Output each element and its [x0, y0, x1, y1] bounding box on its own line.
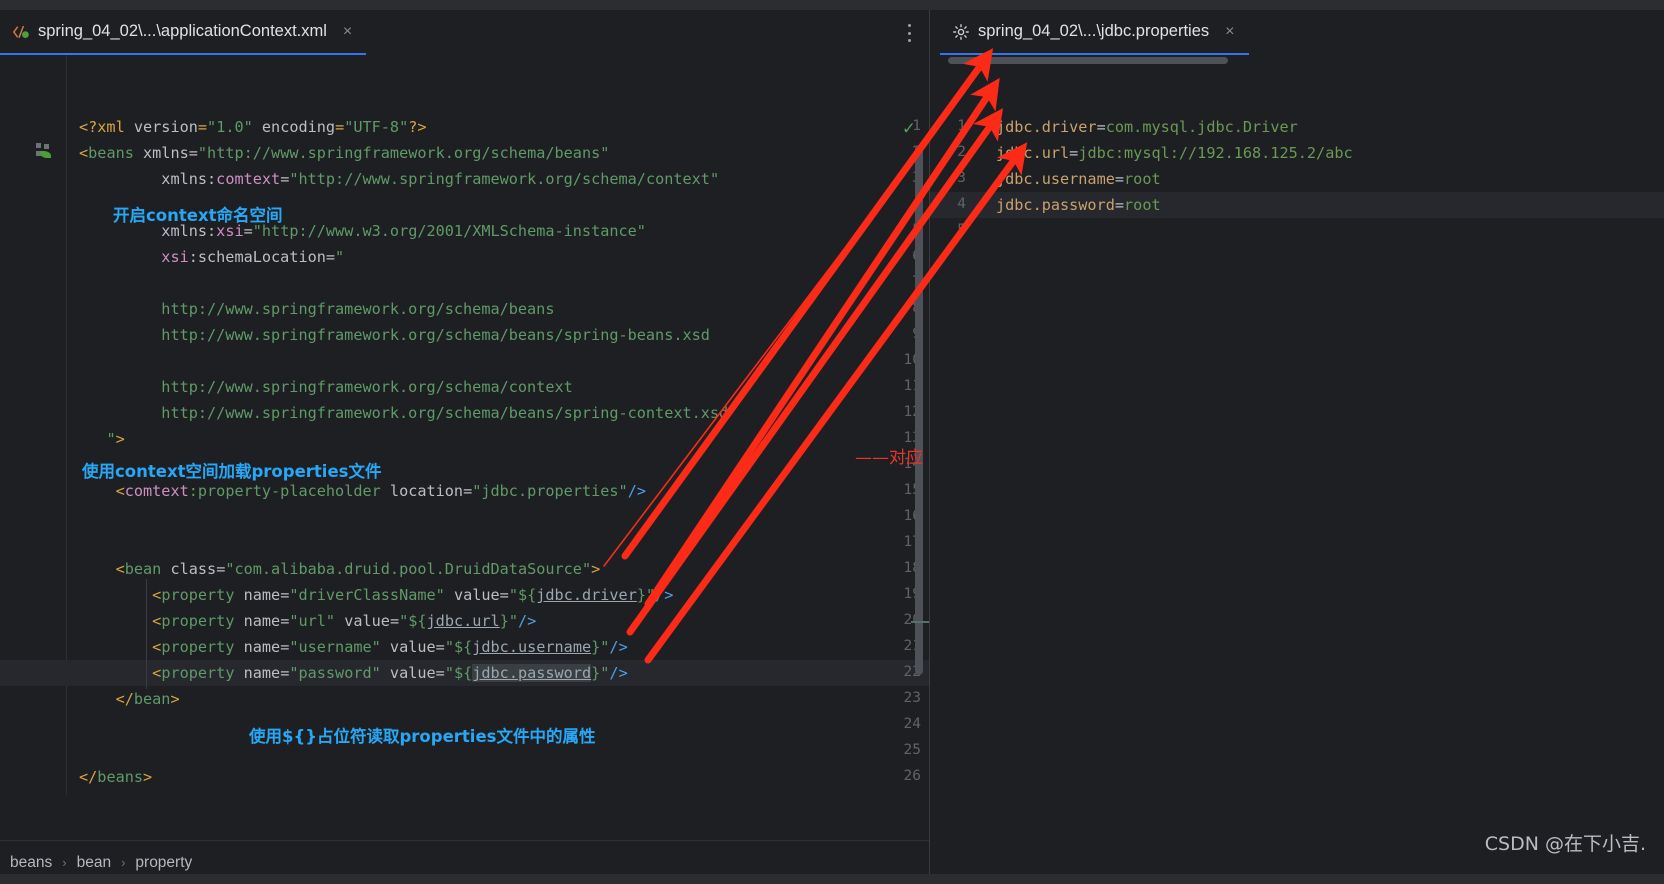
code-line[interactable]: </beans> [79, 768, 152, 786]
line-number: 26 [903, 768, 921, 784]
line-number: 3 [957, 170, 966, 186]
code-line[interactable]: http://www.springframework.org/schema/be… [79, 300, 554, 318]
code-editor-xml[interactable]: 1<?xml version="1.0" encoding="UTF-8"?>2… [0, 55, 929, 795]
property-value: root [1124, 196, 1161, 214]
xml-file-icon [12, 23, 30, 41]
property-separator: = [1069, 144, 1079, 162]
close-icon[interactable]: × [343, 23, 352, 40]
code-line[interactable]: <?xml version="1.0" encoding="UTF-8"?> [79, 118, 427, 136]
property-key: jdbc.username [996, 170, 1115, 188]
indent-guide [146, 579, 147, 689]
code-line[interactable]: <property name="driverClassName" value="… [79, 586, 673, 604]
property-separator: = [1114, 170, 1125, 188]
tab-bar-left: spring_04_02\...\applicationContext.xml … [0, 10, 929, 55]
property-value: jdbc:mysql://192.168.125.2/abc [1078, 144, 1353, 162]
line-number: 1 [957, 118, 966, 134]
properties-line[interactable]: jdbc.driver=com.mysql.jdbc.Driver [996, 118, 1298, 136]
tab-applicationcontext-xml[interactable]: spring_04_02\...\applicationContext.xml … [0, 10, 367, 55]
property-key: jdbc.url [996, 144, 1070, 162]
properties-line[interactable]: jdbc.url=jdbc:mysql://192.168.125.2/abc [996, 144, 1353, 162]
breadcrumb-item-beans[interactable]: beans [10, 854, 52, 872]
inspection-ok-icon[interactable]: ✓ [903, 119, 914, 138]
tab-label: spring_04_02\...\applicationContext.xml [38, 22, 327, 40]
line-number: 2 [957, 144, 966, 160]
property-value: com.mysql.jdbc.Driver [1105, 118, 1298, 136]
code-line[interactable]: </bean> [79, 690, 180, 708]
tab-label: spring_04_02\...\jdbc.properties [978, 22, 1210, 40]
code-line[interactable]: "> [79, 430, 124, 448]
line-number: 25 [903, 742, 921, 758]
close-icon[interactable]: × [1225, 23, 1234, 40]
spring-bean-gutter-icon[interactable] [36, 143, 52, 159]
ide-window: spring_04_02\...\applicationContext.xml … [0, 0, 1664, 884]
properties-line[interactable]: jdbc.username=root [996, 170, 1161, 188]
property-separator: = [1096, 118, 1106, 136]
editor-pane-left: spring_04_02\...\applicationContext.xml … [0, 10, 929, 884]
code-line[interactable]: http://www.springframework.org/schema/co… [79, 378, 572, 396]
window-top-strip [0, 0, 1664, 10]
corresp-annotation: ——对应 [855, 448, 923, 468]
property-key: jdbc.driver [996, 118, 1097, 136]
line-number: 24 [903, 716, 921, 732]
horizontal-scrollbar-right[interactable] [948, 57, 1228, 64]
breadcrumb-item-bean[interactable]: bean [77, 854, 111, 872]
property-key: jdbc.password [996, 196, 1115, 214]
properties-line[interactable]: jdbc.password=root [996, 196, 1161, 214]
annotation-note-3: 使用${}占位符读取properties文件中的属性 [249, 727, 596, 746]
tab-jdbc-properties[interactable]: spring_04_02\...\jdbc.properties × [940, 10, 1249, 55]
line-number: 5 [957, 222, 966, 238]
property-value: root [1124, 170, 1161, 188]
code-editor-properties[interactable]: 1 jdbc.driver=com.mysql.jdbc.Driver 2 jdbc.… [930, 55, 1664, 884]
editor-pane-right: spring_04_02\...\jdbc.properties × 1 jdbc… [930, 10, 1664, 884]
breadcrumb-separator: › [62, 855, 67, 870]
code-line[interactable]: <comtext:property-placeholder location="… [79, 482, 646, 500]
line-number: 23 [903, 690, 921, 706]
line-number: 4 [957, 196, 966, 212]
annotation-note-2: 使用context空间加载properties文件 [82, 462, 382, 481]
code-line[interactable]: http://www.springframework.org/schema/be… [79, 326, 710, 344]
status-bar [0, 874, 1664, 884]
code-line[interactable]: <beans xmlns="http://www.springframework… [79, 144, 609, 162]
vertical-scrollbar-left[interactable] [915, 145, 923, 675]
property-separator: = [1114, 196, 1125, 214]
breadcrumb-separator: › [121, 855, 126, 870]
code-line[interactable]: <property name="url" value="${jdbc.url}"… [79, 612, 536, 630]
code-line[interactable]: <property name="username" value="${jdbc.… [79, 638, 628, 656]
tab-bar-right: spring_04_02\...\jdbc.properties × [930, 10, 1664, 55]
code-line[interactable]: <bean class="com.alibaba.druid.pool.Drui… [79, 560, 601, 578]
csdn-watermark: CSDN @在下小吉. [1484, 833, 1646, 855]
more-options-icon[interactable] [907, 24, 911, 42]
gear-file-icon [952, 23, 970, 41]
annotation-note-1: 开启context命名空间 [113, 206, 283, 225]
breadcrumb-item-property[interactable]: property [135, 854, 192, 872]
code-line[interactable]: <property name="password" value="${jdbc.… [79, 664, 628, 682]
code-line[interactable]: http://www.springframework.org/schema/be… [79, 404, 728, 422]
fold-marker [911, 621, 929, 623]
code-line[interactable]: xmlns:comtext="http://www.springframewor… [79, 170, 719, 188]
code-line[interactable]: xsi:schemaLocation=" [79, 248, 344, 266]
